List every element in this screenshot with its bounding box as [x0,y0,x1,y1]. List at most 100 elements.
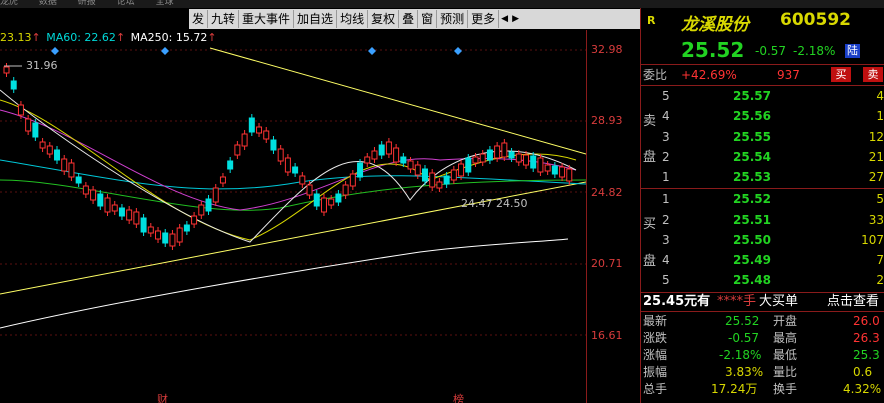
big-order-link[interactable]: 点击查看 [827,293,879,311]
candles-group [3,63,573,250]
level-num: 5 [662,273,670,287]
toolbar-window-button[interactable]: 窗 [418,10,438,28]
exchange-badge: 陆 [845,44,860,58]
stat-label: 最低 [773,348,798,362]
event-diamond-icon [368,47,376,55]
stat-label: 开盘 [773,314,798,328]
level-volume: 7 [876,253,884,267]
scroll-left-icon[interactable]: ◀ [499,14,510,24]
candle-up [501,142,508,158]
candle-up [82,185,89,195]
candle-up [61,158,68,172]
candle-up [385,141,392,155]
menu-item[interactable]: 全球 [156,0,174,7]
chart-toolbar: 发 九转 重大事件 加自选 均线 复权 叠 窗 预测 更多 ◀ ▶ [189,9,640,29]
level-price: 25.52 [733,192,771,206]
stock-name: 龙溪股份 [681,15,749,35]
toolbar-overlay-button[interactable]: 叠 [399,10,419,28]
candle-up [472,156,479,164]
candle-up [104,197,111,213]
price-axis: 32.98 28.93 24.82 20.71 16.61 [586,30,641,403]
menu-item[interactable]: 数据 [39,0,57,7]
candle-up [515,153,522,163]
big-order-label: 大买单 [759,294,799,309]
level-volume: 27 [868,170,884,184]
level-price: 25.55 [733,130,771,144]
order-level-row: 2 25.51 33 [641,211,884,229]
order-level-row: 5 25.57 4 [641,87,884,105]
committee-ratio: +42.69% [681,68,737,82]
kline-chart[interactable]: 31.96 24.47 24.50 财 榜 [0,30,586,403]
r-badge: R [647,14,656,27]
toolbar-more-button[interactable]: 更多 [468,10,500,28]
order-level-row: 5 25.48 2 [641,271,884,289]
toolbar-major-events-button[interactable]: 重大事件 [239,10,295,28]
candle-up [559,166,566,178]
level-volume: 12 [868,130,884,144]
toolbar-adjust-button[interactable]: 复权 [368,10,400,28]
candle-up [537,157,544,173]
candle-down [400,156,407,164]
candle-up [256,126,263,134]
menu-item[interactable]: 龙虎 [0,0,18,7]
order-level-row: 4 25.56 1 [641,107,884,125]
stat-label: 涨幅 [643,348,668,362]
order-level-row: 1 25.52 5 [641,190,884,208]
candle-down [118,207,125,217]
candle-down [486,149,493,161]
committee-row: 委比 +42.69% 937 买 卖 [641,66,884,84]
toolbar-forecast-button[interactable]: 预测 [437,10,469,28]
candle-up [494,145,501,159]
candle-down [292,166,299,174]
stat-value: 17.24万 [711,382,758,396]
sell-button[interactable]: 卖 [863,67,883,82]
scroll-right-icon[interactable]: ▶ [510,14,521,24]
buy-button[interactable]: 买 [831,67,851,82]
candle-up [263,130,270,140]
candle-down [551,165,558,175]
level-num: 4 [662,109,670,123]
candle-up [111,204,118,212]
level-volume: 2 [876,273,884,287]
candle-up [436,181,443,189]
event-diamond-icon [454,47,462,55]
y-tick: 24.82 [591,186,623,199]
candle-up [414,164,421,176]
candle-up [479,153,486,163]
bottom-mark-cai: 财 [157,392,168,403]
price-change-pct: -2.18% [793,44,836,58]
candle-down [54,149,61,161]
stat-label: 量比 [773,365,798,379]
order-level-row: 4 25.49 7 [641,251,884,269]
level-price: 25.49 [733,253,771,267]
candle-up [277,148,284,162]
stat-value: 25.52 [725,314,760,328]
stat-value: 0.6 [853,365,873,379]
candle-up [407,160,414,170]
candle-up [429,172,436,188]
candle-down [205,198,212,212]
divider [641,64,884,65]
level-price: 25.57 [733,89,771,103]
candle-up [364,156,371,164]
menu-item[interactable]: 研报 [78,0,96,7]
event-diamond-icon [51,47,59,55]
divider [641,311,884,312]
toolbar-ma-button[interactable]: 均线 [337,10,369,28]
menu-item[interactable]: 论坛 [117,0,135,7]
level-num: 2 [662,213,670,227]
candle-down [270,139,277,151]
toolbar-jiuzhuan-button[interactable]: 九转 [208,10,240,28]
candle-down [162,232,169,244]
level-price: 25.51 [733,213,771,227]
candle-down [248,117,255,133]
candle-down [97,193,104,207]
toolbar-add-watchlist-button[interactable]: 加自选 [294,10,338,28]
toolbar-fa-button[interactable]: 发 [189,10,209,28]
y-tick: 20.71 [591,257,623,270]
level-volume: 4 [876,89,884,103]
top-menu-bar: 龙虎 数据 研报 论坛 全球 [0,0,884,8]
ma60-line [0,159,586,190]
level-volume: 107 [861,233,884,247]
divider [641,85,884,86]
